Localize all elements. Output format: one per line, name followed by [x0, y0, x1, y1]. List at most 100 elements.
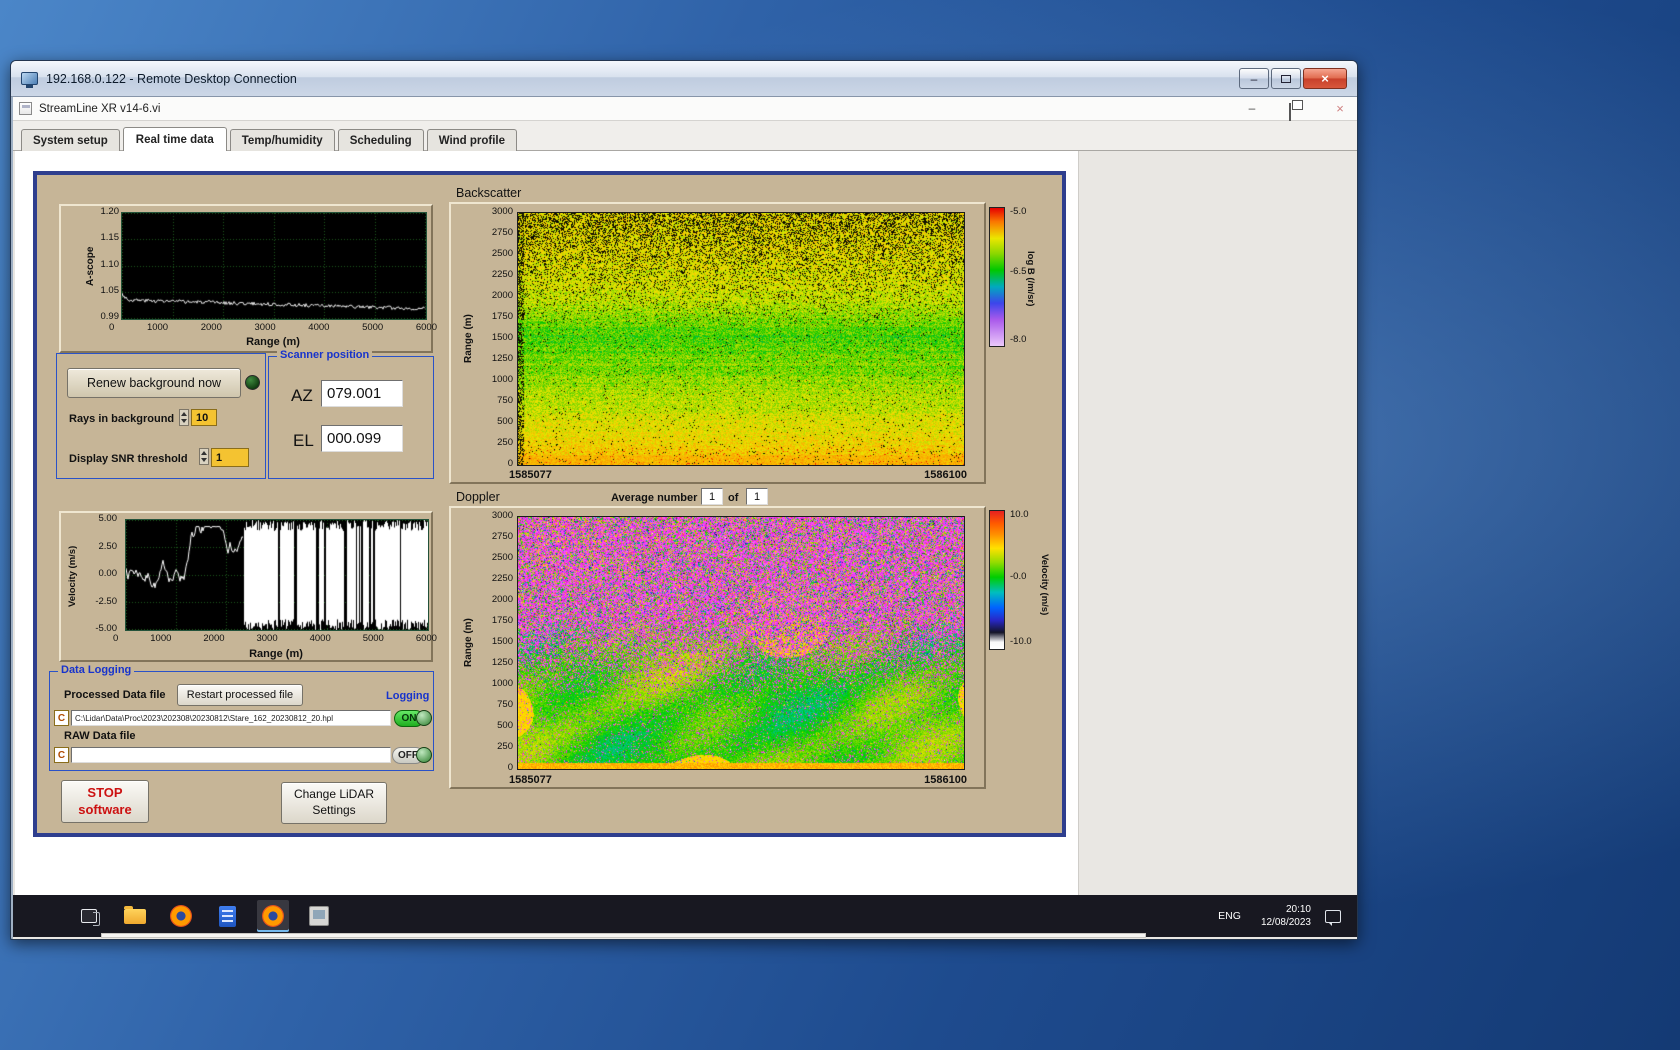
- tick-label: 1750: [491, 615, 513, 626]
- notification-icon[interactable]: [1325, 909, 1341, 926]
- rays-field[interactable]: 10: [191, 409, 217, 426]
- tick-label: 6000: [415, 633, 437, 644]
- language-indicator[interactable]: ENG: [1212, 906, 1247, 926]
- doppler-frame: Range (m) 3000 2750 2500 2250 2000 1750 1500 12…: [449, 506, 986, 789]
- remote-taskbar: ENG 20:10 12/08/2023: [13, 895, 1357, 937]
- labview-title: StreamLine XR v14-6.vi: [39, 102, 161, 115]
- tick-label: 2.50: [98, 540, 118, 552]
- ascope-frame: A-scope 1.20 1.15 1.10 1.05 0.99 0 1000 2000 30…: [59, 204, 437, 353]
- scanner-position-title: Scanner position: [277, 349, 373, 361]
- tick-label: 2000: [203, 633, 225, 644]
- tick-label: 750: [497, 699, 513, 710]
- tab-real-time-data[interactable]: Real time data: [122, 127, 227, 151]
- tab-temp-humidity[interactable]: Temp/humidity: [229, 129, 335, 151]
- taskbar-clock[interactable]: 20:10 12/08/2023: [1261, 903, 1311, 930]
- raw-path-field[interactable]: [71, 747, 391, 763]
- rdp-close-button[interactable]: ×: [1303, 68, 1347, 89]
- tick-label: 1.20: [100, 206, 120, 217]
- rays-in-background-label: Rays in background: [69, 413, 175, 425]
- processed-drive-box[interactable]: C: [54, 710, 69, 726]
- scan-app-icon: [309, 906, 329, 926]
- raw-data-file-label: RAW Data file: [64, 730, 136, 742]
- tick-label: 250: [497, 437, 513, 448]
- backscatter-yticks: 3000 2750 2500 2250 2000 1750 1500 1250 1000 750 5…: [479, 207, 513, 469]
- tab-bar: System setup Real time data Temp/humidit…: [13, 121, 1357, 151]
- restart-processed-file-button[interactable]: Restart processed file: [177, 684, 303, 706]
- tick-label: 0: [113, 633, 119, 644]
- task-view-icon: [81, 909, 100, 926]
- doppler-colorbar: 10.0 -0.0 -10.0: [989, 510, 1032, 650]
- rdp-computer-icon: [21, 72, 38, 88]
- velocity-plot: [125, 519, 429, 631]
- tick-label: -2.50: [95, 595, 117, 607]
- notes-app-button[interactable]: [211, 900, 243, 932]
- labview-close-button[interactable]: ×: [1331, 101, 1349, 117]
- tick-label: 2500: [491, 552, 513, 563]
- tick-label: 1000: [491, 678, 513, 689]
- clock-date: 12/08/2023: [1260, 917, 1311, 928]
- tick-label: 0.99: [100, 311, 120, 322]
- tick-label: 1000: [491, 374, 513, 385]
- tab-wind-profile[interactable]: Wind profile: [426, 129, 518, 151]
- average-number-field[interactable]: 1: [701, 488, 723, 505]
- of-label: of: [728, 492, 739, 504]
- file-explorer-button[interactable]: [119, 900, 151, 932]
- rdp-maximize-button[interactable]: [1271, 68, 1301, 89]
- logging-label: Logging: [386, 690, 430, 702]
- tick-label: 0: [507, 762, 513, 773]
- tick-label: 3000: [254, 322, 276, 333]
- tick-label: 1500: [491, 332, 513, 343]
- tab-scheduling[interactable]: Scheduling: [337, 129, 424, 151]
- colorbar-tick: -10.0: [1010, 636, 1032, 647]
- tick-label: 250: [497, 741, 513, 752]
- snr-spinner[interactable]: [199, 448, 209, 465]
- background-controls-group: Renew background now Rays in background …: [56, 353, 266, 479]
- processed-toggle-knob[interactable]: [416, 710, 432, 726]
- rdp-minimize-button[interactable]: –: [1239, 68, 1269, 89]
- velocity-xticks: 0 1000 2000 3000 4000 5000 6000: [113, 634, 437, 644]
- labview-restore-button[interactable]: [1289, 103, 1291, 122]
- change-lidar-settings-button[interactable]: Change LiDAR Settings: [281, 782, 387, 824]
- ascope-yticks: 1.20 1.15 1.10 1.05 0.99: [95, 206, 120, 322]
- stop-software-button[interactable]: STOP software: [61, 780, 149, 823]
- task-view-button[interactable]: [73, 900, 105, 932]
- rdp-title: 192.168.0.122 - Remote Desktop Connectio…: [46, 71, 297, 86]
- velocity-frame: Velocity (m/s) 5.00 2.50 0.00 -2.50 -5.00 01…: [59, 511, 437, 662]
- backscatter-colorbar: -5.0 -6.5 -8.0: [989, 207, 1026, 347]
- notes-icon: [218, 905, 236, 927]
- tab-system-setup[interactable]: System setup: [21, 129, 120, 151]
- tick-label: 0: [507, 458, 513, 469]
- snr-field[interactable]: 1: [211, 448, 249, 467]
- tick-label: 3000: [256, 633, 278, 644]
- rays-spinner[interactable]: [179, 409, 189, 426]
- tick-label: 750: [497, 395, 513, 406]
- az-field[interactable]: 079.001: [321, 380, 403, 407]
- ascope-xticks: 0 1000 2000 3000 4000 5000 6000: [109, 323, 437, 333]
- scanner-position-group: Scanner position AZ 079.001 EL 000.099: [268, 349, 434, 479]
- raw-drive-box[interactable]: C: [54, 747, 69, 763]
- velocity-yticks: 5.00 2.50 0.00 -2.50 -5.00: [83, 514, 117, 634]
- doppler-xlabels: 1585077 1586100: [509, 775, 967, 786]
- backscatter-xlabels: 1585077 1586100: [509, 470, 967, 481]
- tick-label: 2250: [491, 269, 513, 280]
- change-line2: Settings: [312, 803, 356, 817]
- raw-toggle-knob[interactable]: [416, 747, 432, 763]
- processed-path-field[interactable]: C:\Lidar\Data\Proc\2023\202308\20230812\…: [71, 710, 391, 726]
- tick-label: 5000: [362, 322, 384, 333]
- scan-app-button[interactable]: [303, 900, 335, 932]
- labview-titlebar: StreamLine XR v14-6.vi: [13, 97, 1357, 121]
- tick-label: 500: [497, 416, 513, 427]
- backscatter-frame: Range (m) 3000 2750 2500 2250 2000 1750 1500 12…: [449, 202, 986, 484]
- tick-label: 0.00: [98, 568, 118, 579]
- browser-button[interactable]: [165, 900, 197, 932]
- renew-background-button[interactable]: Renew background now: [67, 368, 241, 398]
- remote-desktop: StreamLine XR v14-6.vi – × System setup …: [13, 97, 1357, 939]
- average-total-field[interactable]: 1: [746, 488, 768, 505]
- tick-label: 5.00: [98, 513, 118, 524]
- data-logging-group: Data Logging Processed Data file Restart…: [49, 664, 434, 771]
- el-field[interactable]: 000.099: [321, 425, 403, 452]
- browser-active-button[interactable]: [257, 900, 289, 932]
- labview-minimize-button[interactable]: –: [1243, 101, 1261, 117]
- backscatter-ylabel: Range (m): [463, 314, 474, 364]
- tick-label: 4000: [309, 633, 331, 644]
